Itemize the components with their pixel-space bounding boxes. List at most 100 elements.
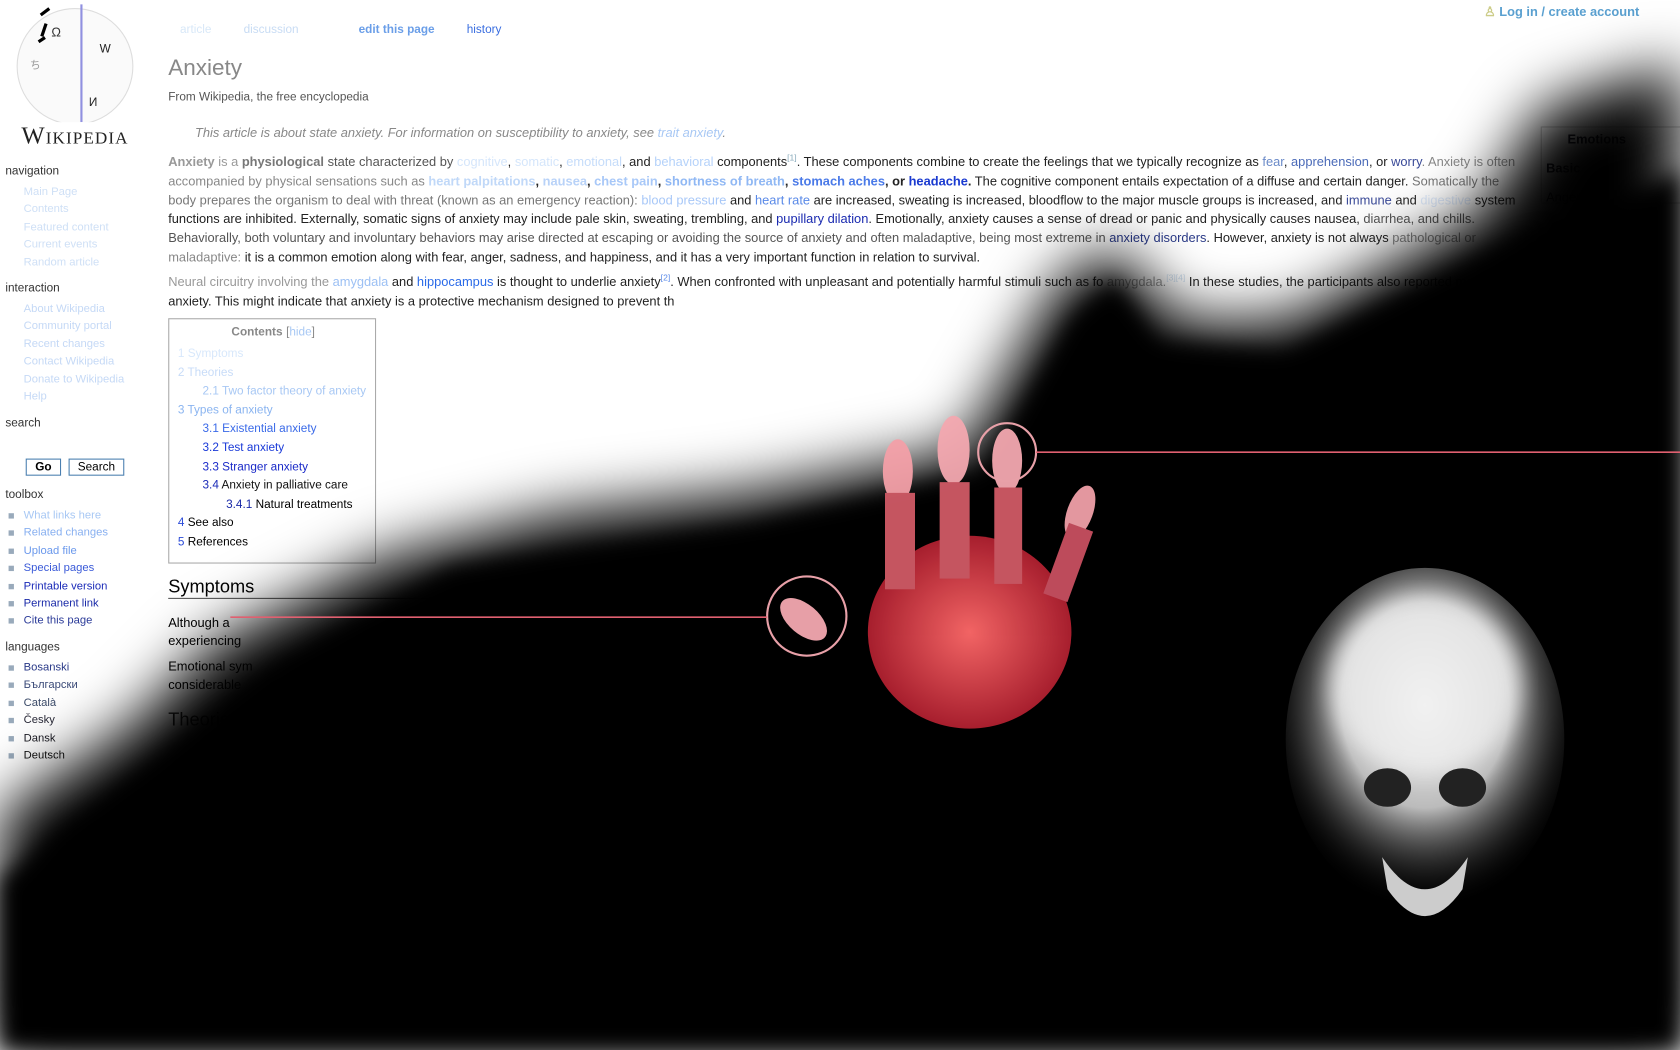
trait-anxiety-link[interactable]: trait anxiety [658,125,723,140]
logo-wordmark: Wikipedia [21,122,129,149]
article-text: Anxiety [168,154,215,170]
toc-hide-link[interactable]: hide [289,326,311,339]
toc-item[interactable]: 3.1 Existential anxiety [203,423,317,436]
toc-item[interactable]: 3.4 Anxiety in palliative care [203,479,348,492]
article-link[interactable]: hippocampus [417,274,493,289]
article-link[interactable]: behavioral [654,154,713,169]
sidebar-item-contents[interactable]: Contents [24,201,109,219]
article-link[interactable]: anxiety disorders [1109,231,1206,246]
toc-number: 3.1 [202,422,223,436]
sidebar-item--[interactable]: Български [8,677,78,695]
toc-item[interactable]: 2.1 Two factor theory of anxiety [203,385,367,398]
sidebar-item-what-links-here[interactable]: What links here [8,507,108,525]
article-link[interactable]: worry [1391,154,1421,169]
article-link[interactable]: somatic [515,154,559,169]
infobox-item[interactable]: Anger [1546,190,1580,205]
symptoms-line: experiencing [168,633,242,649]
toc-item[interactable]: 3.2 Test anxiety [203,441,285,454]
tab-edit[interactable]: edit this page [359,24,435,37]
sidebar-item-cite-this-page[interactable]: Cite this page [8,612,108,630]
sidebar-item-catal-[interactable]: Català [8,694,78,712]
sidebar-item-special-pages[interactable]: Special pages [8,560,108,578]
languages-heading: languages [5,640,60,654]
sidebar-item--esky[interactable]: Česky [8,712,78,730]
toc-label: Symptoms [187,347,244,361]
toc-title: Contents [231,325,283,339]
infobox-item[interactable]: Basic [1546,161,1580,176]
toc-item[interactable]: 2 Theories [178,366,233,379]
sidebar-item-contact-wikipedia[interactable]: Contact Wikipedia [24,353,125,371]
toc-label: Test anxiety [221,441,285,455]
article-link[interactable]: heart rate [755,192,810,207]
toc-label: Natural treatments [255,497,353,511]
toc-item[interactable]: 4 See also [178,517,234,530]
article-text: and [726,192,756,208]
symptoms-line: Although a [168,615,230,631]
search-heading: search [5,416,41,430]
article-link[interactable]: apprehension [1291,154,1369,169]
toc-number: 3.3 [202,460,223,474]
toc-item[interactable]: 5 References [178,536,248,549]
sidebar-item-main-page[interactable]: Main Page [24,183,109,201]
article-link[interactable]: cognitive [457,154,508,169]
sidebar-item-donate-to-wikipedia[interactable]: Donate to Wikipedia [24,370,125,388]
article-text: , [559,154,567,170]
svg-text:W: W [100,43,112,56]
article-link[interactable]: fear [1262,154,1283,169]
article-text: . When confronted with unpleasant and po… [670,274,1104,290]
toc-item[interactable]: 3.3 Stranger anxiety [203,460,309,473]
toc-item[interactable]: 3 Types of anxiety [178,404,273,417]
article-text: , and [622,154,655,170]
sidebar-item-upload-file[interactable]: Upload file [8,542,108,560]
finger-marker-circle [977,422,1038,483]
article-text: it is a common emotion along with fear, … [241,249,981,265]
sidebar-item-related-changes[interactable]: Related changes [8,524,108,542]
toc-number: 1 [177,347,188,361]
article-link[interactable]: headache [909,173,968,188]
sidebar-item-about-wikipedia[interactable]: About Wikipedia [24,300,125,318]
infobox-title: Emotions [1567,131,1627,147]
search-button[interactable]: Search [68,458,125,476]
wikipedia-logo[interactable]: Ω W И ち Wikipedia [9,4,138,154]
article-link[interactable]: amygdala [333,274,389,289]
article-link[interactable]: nausea [543,173,587,188]
svg-text:Ω: Ω [51,24,61,39]
article-link[interactable]: [3][4] [1166,273,1185,283]
toc-item[interactable]: 3.4.1 Natural treatments [226,498,352,511]
sidebar-item-current-events[interactable]: Current events [24,236,109,254]
tab-history[interactable]: history [467,24,502,37]
article-text: , or [1368,154,1392,170]
article-link[interactable]: [2] [661,273,671,283]
article-link[interactable]: heart palpitations [428,173,535,188]
sidebar-item-recent-changes[interactable]: Recent changes [24,335,125,353]
article-link[interactable]: blood pressure [641,192,726,207]
hatnote: This article is about state anxiety. For… [195,125,726,140]
sidebar-item-bosanski[interactable]: Bosanski [8,659,78,677]
page-tabs: article discussion edit this page histor… [180,24,534,37]
sidebar-item-random-article[interactable]: Random article [24,254,109,272]
sidebar-item-featured-content[interactable]: Featured content [24,218,109,236]
toc-hide[interactable]: [hide] [286,326,315,339]
go-button[interactable]: Go [25,458,62,476]
sidebar-item-permanent-link[interactable]: Permanent link [8,595,108,613]
tab-discussion[interactable]: discussion [244,24,299,37]
toc-item[interactable]: 1 Symptoms [178,347,244,360]
article-link[interactable]: immune [1346,192,1392,207]
article-link[interactable]: shortness of breath [665,173,785,188]
sidebar-item-community-portal[interactable]: Community portal [24,318,125,336]
sidebar-item-printable-version[interactable]: Printable version [8,577,108,595]
article-link[interactable]: emotional [566,154,622,169]
sidebar-item-help[interactable]: Help [24,388,125,406]
toc-number: 3.4 [202,479,222,492]
article-link[interactable]: chest pain [594,173,658,188]
article-link[interactable]: pupillary dilation [776,211,868,226]
toc-label: Types of anxiety [187,403,273,417]
article-link[interactable]: stomach aches [792,173,885,188]
tab-article[interactable]: article [180,24,211,37]
user-icon: ♙ [1484,4,1496,20]
article-link[interactable]: [1] [787,153,797,163]
sidebar-item-deutsch[interactable]: Deutsch [8,747,78,765]
login-link[interactable]: ♙ Log in / create account [1484,4,1639,19]
sidebar-item-dansk[interactable]: Dansk [8,729,78,747]
article-link[interactable]: digestive [1420,192,1471,207]
